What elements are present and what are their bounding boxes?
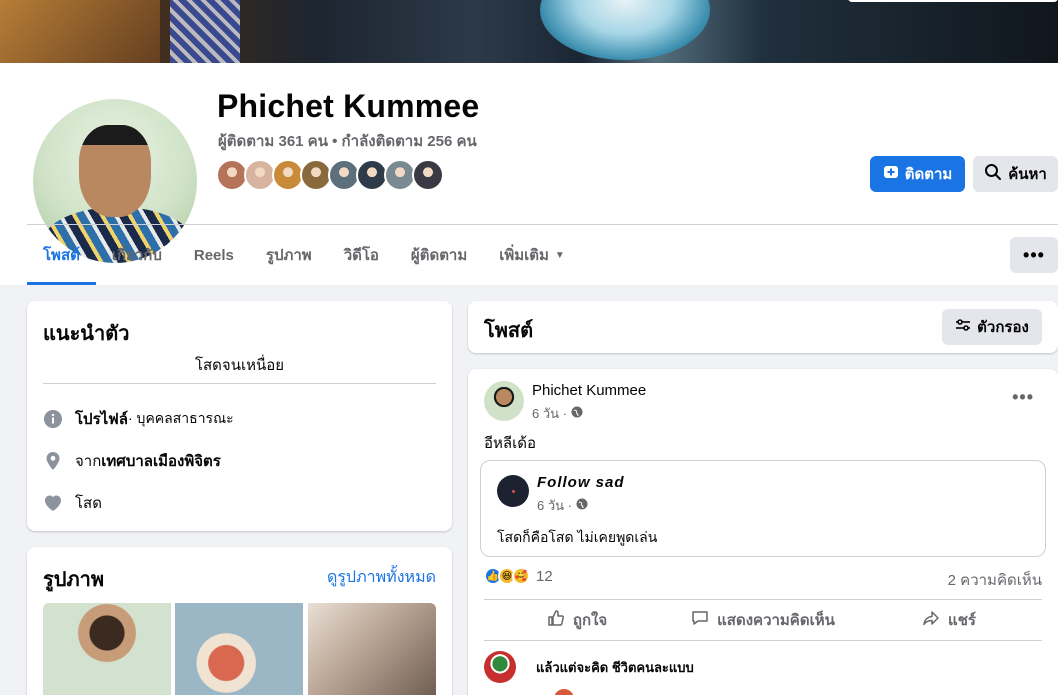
cover-photo-detail [540,0,710,60]
heart-icon [43,493,63,513]
post-author-name[interactable]: Phichet Kummee [532,382,646,399]
photo-thumbnail[interactable] [175,603,303,695]
share-label: แชร์ [948,612,976,629]
globe-icon [576,498,588,513]
intro-bio: โสดจนเหนื่อย [194,357,285,374]
posts-title: โพสต์ [484,320,534,342]
tab-label: ผู้ติดตาม [410,247,468,264]
commenter-avatar[interactable] [484,651,516,683]
comment-text: แล้วแต่จะคิด ชีวิตคนละแบบ [536,659,694,675]
cover-edit-bar [848,0,1058,2]
comment-button[interactable]: แสดงความคิดเห็น [670,602,856,638]
posts-header-card: โพสต์ ตัวกรอง [468,301,1058,353]
post-meta: 6 วัน · [532,403,583,424]
post-author-avatar[interactable] [484,381,524,421]
like-label: ถูกใจ [572,612,608,629]
shared-author-name[interactable]: Follow sad [537,474,625,491]
follow-button-label: ติดตาม [904,166,953,183]
more-options-button[interactable]: ••• [1010,237,1058,273]
tab-followers[interactable]: ผู้ติดตาม [395,225,483,285]
reactions-summary[interactable]: 👍 😆 🥰 12 [484,567,553,585]
actions-divider [484,599,1042,600]
shared-time[interactable]: 6 วัน · [537,495,572,516]
post-text: อีหลีเด้อ [484,435,536,452]
post-card: Phichet Kummee 6 วัน · ••• อีหลีเด้อ Fol… [468,369,1058,695]
tab-label: Reels [193,246,234,264]
tab-posts[interactable]: โพสต์ [27,225,96,285]
post-actions: ถูกใจ แสดงความคิดเห็น แชร์ [484,602,1042,638]
follower-avatars [216,159,444,193]
intro-divider [43,383,436,384]
follow-stats[interactable]: ผู้ติดตาม 361 คน • กำลังติดตาม 256 คน [218,129,477,153]
thumbs-up-icon [547,609,565,631]
location-pin-icon [43,451,63,471]
caret-down-icon: ▼ [554,249,565,261]
tab-more[interactable]: เพิ่มเติม ▼ [483,225,581,285]
post-time[interactable]: 6 วัน · [532,403,567,424]
hometown-prefix: จาก [75,453,102,470]
post-options-button[interactable]: ••• [1012,387,1034,408]
photos-title: รูปภาพ [43,569,105,591]
reply-avatar[interactable] [552,687,576,695]
comment-count[interactable]: 2 ความคิดเห็น [948,568,1042,592]
filter-button[interactable]: ตัวกรอง [942,309,1042,345]
hometown-link[interactable]: เทศบาลเมืองพิจิตร [101,449,221,473]
shared-author-avatar[interactable] [497,475,529,507]
comments-divider [484,640,1042,641]
tab-about[interactable]: เกี่ยวกับ [96,225,178,285]
comment-label: แสดงความคิดเห็น [717,612,835,629]
cover-photo-detail [0,0,160,63]
filter-label: ตัวกรอง [977,319,1029,336]
profile-tabs: โพสต์ เกี่ยวกับ Reels รูปภาพ วิดีโอ ผู้ต… [27,225,581,285]
intro-relationship-row: โสด [43,491,102,515]
shared-post[interactable]: Follow sad 6 วัน · โสดก็คือโสด ไม่เคยพูด… [480,460,1046,557]
comment-item: แล้วแต่จะคิด ชีวิตคนละแบบ [484,651,694,683]
follow-plus-icon [883,164,899,184]
reaction-count: 12 [536,567,553,585]
follower-avatar[interactable] [412,159,444,191]
tab-label: รูปภาพ [265,247,312,264]
share-arrow-icon [922,609,940,631]
photo-thumbnail[interactable] [43,603,171,695]
profile-name: Phichet Kummee [217,88,480,124]
tab-reels[interactable]: Reels [178,225,250,285]
care-reaction-icon: 🥰 [512,567,530,585]
intro-hometown-row: จาก เทศบาลเมืองพิจิตร [43,449,221,473]
like-button[interactable]: ถูกใจ [484,602,670,638]
avatar-face [79,125,151,217]
more-dots-icon: ••• [1023,244,1045,265]
share-button[interactable]: แชร์ [856,602,1042,638]
tab-label: โพสต์ [43,247,80,264]
search-button[interactable]: ค้นหา [973,156,1058,192]
search-button-label: ค้นหา [1008,166,1047,183]
intro-title: แนะนำตัว [43,323,130,345]
comment-bubble-icon [691,609,709,631]
photos-card: รูปภาพ ดูรูปภาพทั้งหมด [27,547,452,695]
profile-type: · บุคคลสาธารณะ [128,410,234,426]
profile-header: Phichet Kummee ผู้ติดตาม 361 คน • กำลังต… [0,63,1058,285]
photo-thumbnail[interactable] [308,603,436,695]
tab-label: วิดีโอ [343,247,379,264]
relationship-status: โสด [75,495,102,512]
tab-label: เพิ่มเติม [499,247,549,264]
filter-sliders-icon [955,318,971,336]
info-icon [43,409,63,429]
shared-meta: 6 วัน · [537,495,588,516]
follow-button[interactable]: ติดตาม [870,156,965,192]
globe-icon [571,406,583,421]
intro-profile-row: โปรไฟล์ · บุคคลสาธารณะ [43,407,234,431]
cover-photo[interactable] [0,0,1058,63]
tab-videos[interactable]: วิดีโอ [328,225,395,285]
cover-photo-detail [170,0,240,63]
tab-label: เกี่ยวกับ [111,247,162,264]
profile-label[interactable]: โปรไฟล์ [75,407,128,431]
search-icon [984,163,1002,185]
tab-photos[interactable]: รูปภาพ [250,225,328,285]
see-all-photos-link[interactable]: ดูรูปภาพทั้งหมด [327,565,436,590]
shared-text: โสดก็คือโสด ไม่เคยพูดเล่น [497,529,658,545]
intro-card: แนะนำตัว โสดจนเหนื่อย โปรไฟล์ · บุคคลสาธ… [27,301,452,531]
